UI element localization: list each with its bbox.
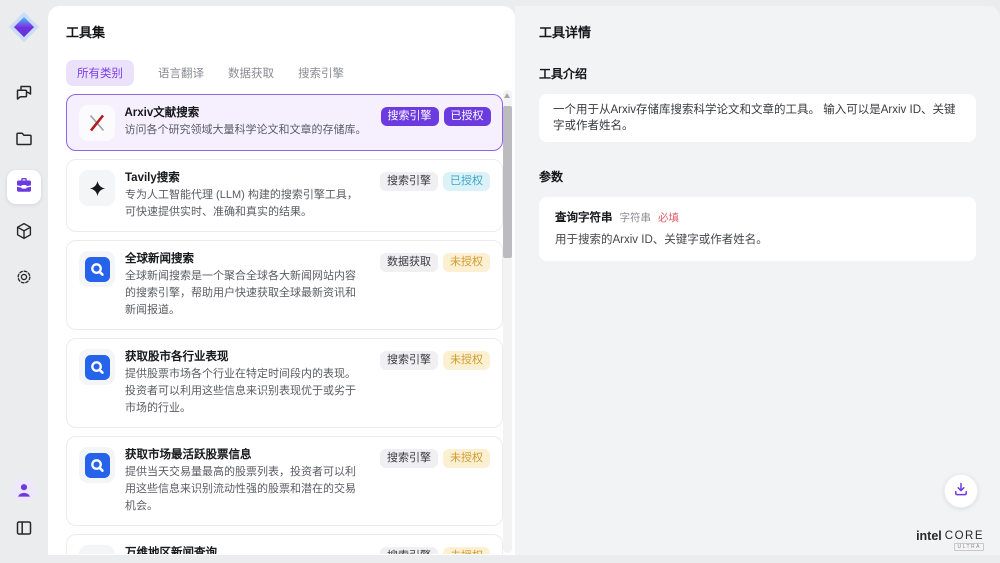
sidebar-item-files[interactable] <box>7 124 41 158</box>
cube-icon <box>14 221 34 246</box>
main-area: 工具集 所有类别语言翻译数据获取搜索引擎 Arxiv文献搜索访问各个研究领域大量… <box>48 6 1000 555</box>
tool-name: Tavily搜索 <box>125 170 366 187</box>
tool-category-badge: 搜索引擎 <box>381 107 439 126</box>
news-search-icon <box>79 251 115 287</box>
tool-details-panel: 工具详情 工具介绍 一个用于从Arxiv存储库搜索科学论文和文章的工具。 输入可… <box>515 6 1000 555</box>
sidebar-item-collapse[interactable] <box>11 517 37 543</box>
intel-core-logo: intel core Ultra <box>916 529 984 543</box>
tool-name: Arxiv文献搜索 <box>125 105 367 122</box>
tool-description: 全球新闻搜索是一个聚合全球各大新闻网站内容的搜索引擎，帮助用户快速获取全球最新资… <box>125 268 366 319</box>
download-icon <box>953 481 969 502</box>
tool-category-badge: 搜索引擎 <box>380 449 438 468</box>
tool-card[interactable]: 获取市场最活跃股票信息提供当天交易量最高的股票列表，投资者可以利用这些信息来识别… <box>66 436 503 526</box>
gear-icon <box>14 267 34 292</box>
scrollbar-up-arrow-icon[interactable] <box>504 93 510 98</box>
tool-intro-text: 一个用于从Arxiv存储库搜索科学论文和文章的工具。 输入可以是Arxiv ID… <box>539 94 976 142</box>
tool-description: 访问各个研究领域大量科学论文和文章的存储库。 <box>125 122 367 139</box>
tool-auth-badge: 未授权 <box>443 547 490 554</box>
toolbox-icon <box>14 175 34 200</box>
category-tab-1[interactable]: 语言翻译 <box>158 60 204 86</box>
sidebar-item-account[interactable] <box>11 479 37 505</box>
tool-category-badge: 搜索引擎 <box>380 172 438 191</box>
tool-list: Arxiv文献搜索访问各个研究领域大量科学论文和文章的存储库。搜索引擎已授权Ta… <box>66 94 503 554</box>
tool-auth-badge: 未授权 <box>443 253 490 272</box>
news-search-icon <box>79 349 115 385</box>
brand-core-text: core <box>945 530 984 542</box>
user-avatar-icon <box>12 478 36 507</box>
tool-category-badge: 搜索引擎 <box>380 351 438 370</box>
tool-description: 提供当天交易量最高的股票列表，投资者可以利用这些信息来识别流动性强的股票和潜在的… <box>125 464 366 515</box>
tool-auth-badge: 未授权 <box>443 449 490 468</box>
tool-list-scrollbar[interactable] <box>503 90 512 553</box>
tools-panel-title: 工具集 <box>66 22 503 41</box>
parameter-required-flag: 必填 <box>658 210 679 225</box>
folder-icon <box>14 129 34 154</box>
intro-heading: 工具介绍 <box>539 65 976 82</box>
parameter-name: 查询字符串 <box>555 209 613 225</box>
category-tab-3[interactable]: 搜索引擎 <box>298 60 344 86</box>
category-tabs: 所有类别语言翻译数据获取搜索引擎 <box>66 61 503 85</box>
parameter-card: 查询字符串 字符串 必填 用于搜索的Arxiv ID、关键字或作者姓名。 <box>539 197 976 261</box>
tool-auth-badge: 已授权 <box>443 172 490 191</box>
tool-name: 获取股市各行业表现 <box>125 349 366 366</box>
app-logo <box>7 10 41 44</box>
panel-toggle-icon <box>15 519 33 542</box>
tool-card[interactable]: 获取股市各行业表现提供股票市场各个行业在特定时间段内的表现。投资者可以利用这些信… <box>66 338 503 428</box>
category-tab-2[interactable]: 数据获取 <box>228 60 274 86</box>
tool-name: 万维地区新闻查询 <box>125 545 366 554</box>
tool-card[interactable]: 万维地区新闻查询查询具体行政区划内的新闻，快速了解各地新闻动搜索引擎未授权 <box>66 534 503 554</box>
chat-icon <box>14 83 34 108</box>
sidebar-item-packages[interactable] <box>7 216 41 250</box>
params-heading: 参数 <box>539 168 976 185</box>
tool-card[interactable]: Tavily搜索专为人工智能代理 (LLM) 构建的搜索引擎工具，可快速提供实时… <box>66 159 503 232</box>
left-sidebar <box>0 0 48 563</box>
details-panel-title: 工具详情 <box>539 22 976 41</box>
sparkle-icon <box>79 170 115 206</box>
news-search-icon <box>79 447 115 483</box>
sidebar-item-chat[interactable] <box>7 78 41 112</box>
brand-badge: Ultra <box>954 543 984 551</box>
tool-auth-badge: 未授权 <box>443 351 490 370</box>
tool-name: 获取市场最活跃股票信息 <box>125 447 366 464</box>
tool-category-badge: 搜索引擎 <box>380 547 438 554</box>
newspaper-icon <box>79 545 115 554</box>
sidebar-item-tools[interactable] <box>7 170 41 204</box>
parameter-type: 字符串 <box>620 210 652 225</box>
tool-card[interactable]: 全球新闻搜索全球新闻搜索是一个聚合全球各大新闻网站内容的搜索引擎，帮助用户快速获… <box>66 240 503 330</box>
tool-description: 提供股票市场各个行业在特定时间段内的表现。投资者可以利用这些信息来识别表现优于或… <box>125 366 366 417</box>
parameter-description: 用于搜索的Arxiv ID、关键字或作者姓名。 <box>555 232 960 249</box>
download-button[interactable] <box>944 474 978 508</box>
tool-name: 全球新闻搜索 <box>125 251 366 268</box>
arxiv-icon <box>79 105 115 141</box>
scrollbar-thumb[interactable] <box>503 106 512 258</box>
sidebar-item-settings[interactable] <box>7 262 41 296</box>
tools-panel: 工具集 所有类别语言翻译数据获取搜索引擎 Arxiv文献搜索访问各个研究领域大量… <box>48 6 515 555</box>
category-tab-0[interactable]: 所有类别 <box>66 60 134 86</box>
brand-intel-text: intel <box>916 529 942 543</box>
tool-description: 专为人工智能代理 (LLM) 构建的搜索引擎工具，可快速提供实时、准确和真实的结… <box>125 187 366 221</box>
tool-auth-badge: 已授权 <box>444 107 491 126</box>
tool-category-badge: 数据获取 <box>380 253 438 272</box>
tool-card[interactable]: Arxiv文献搜索访问各个研究领域大量科学论文和文章的存储库。搜索引擎已授权 <box>66 94 503 151</box>
